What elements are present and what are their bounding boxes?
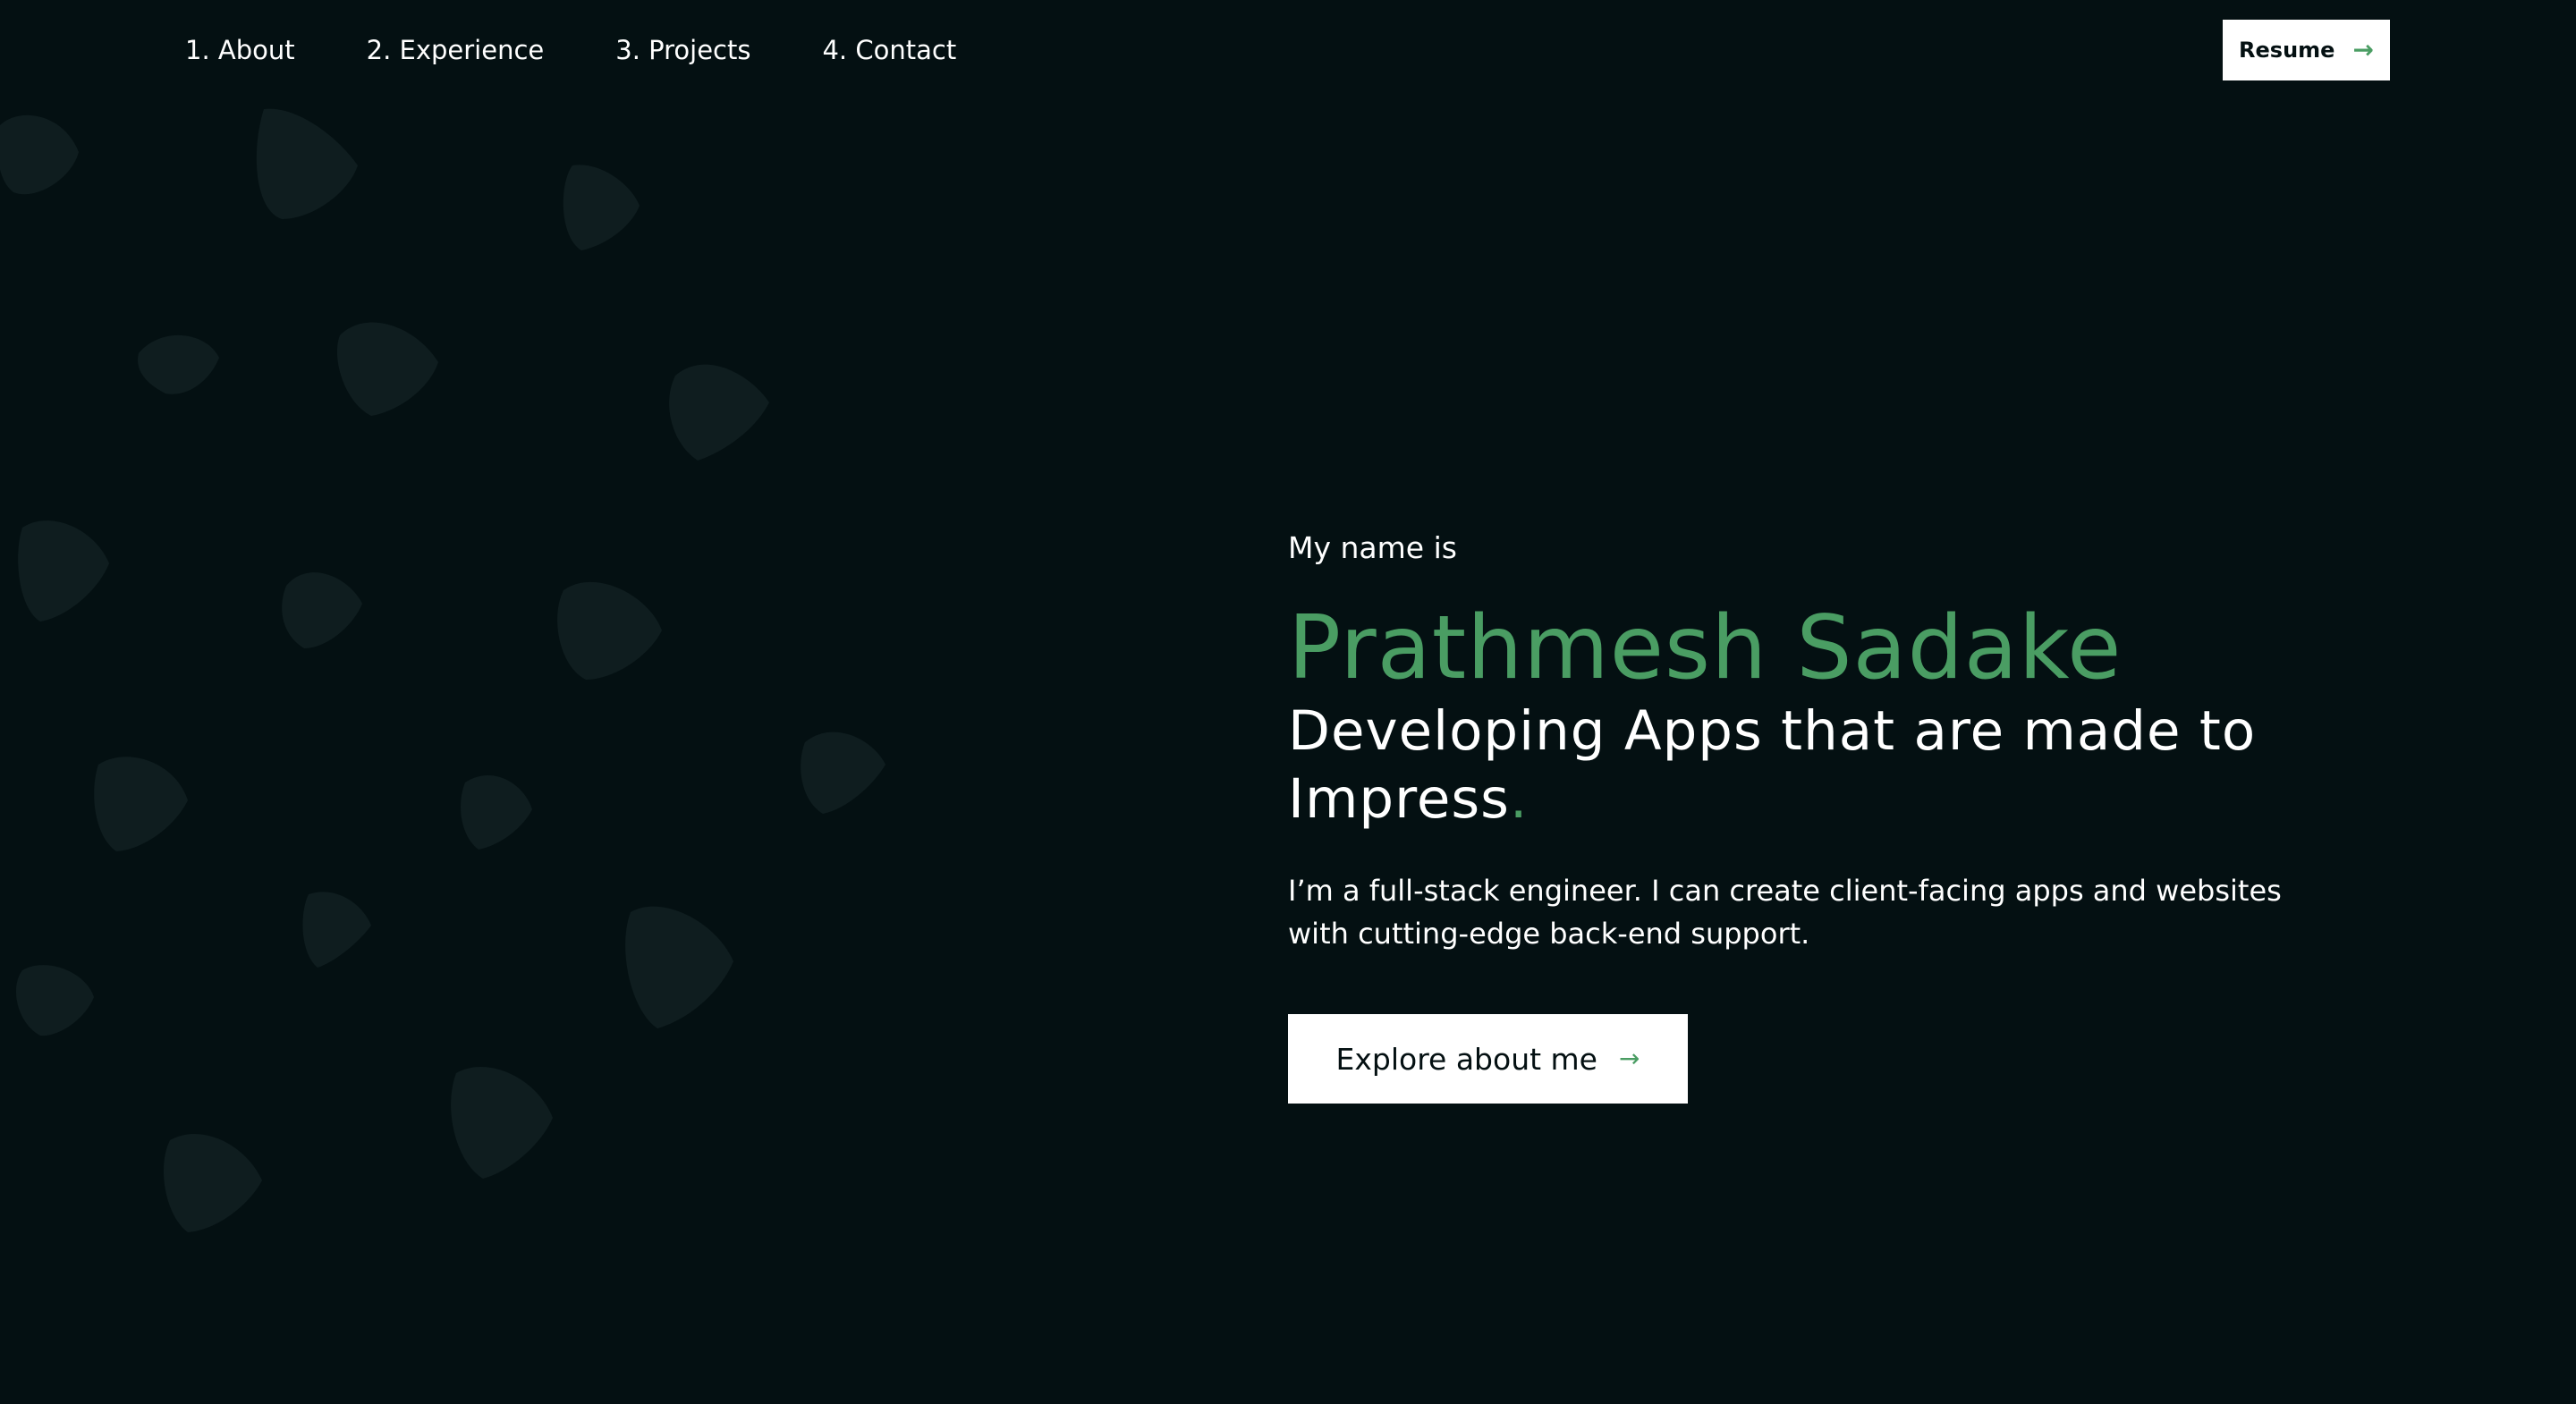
hero-tagline-line1: Developing Apps that are made to — [1288, 699, 2257, 763]
nav-link-about[interactable]: 1. About — [185, 32, 295, 68]
blob — [256, 108, 358, 219]
page: 1. About 2. Experience 3. Projects 4. Co… — [0, 0, 2576, 1404]
blob — [451, 1067, 553, 1179]
decorative-blobs — [0, 108, 886, 1232]
blob — [18, 520, 109, 622]
blob — [669, 364, 769, 461]
blob — [15, 965, 94, 1036]
resume-button-label: Resume — [2239, 38, 2335, 63]
blob — [282, 572, 362, 648]
blob — [563, 165, 640, 250]
hero-tagline-dot: . — [1509, 767, 1529, 831]
nav-link-experience[interactable]: 2. Experience — [367, 32, 545, 68]
blob — [0, 114, 79, 195]
hero-tagline: Developing Apps that are made to Impress… — [1288, 698, 2397, 833]
resume-button[interactable]: Resume → — [2223, 20, 2390, 80]
main-nav: 1. About 2. Experience 3. Projects 4. Co… — [185, 32, 956, 68]
explore-button-label: Explore about me — [1335, 1041, 1597, 1077]
hero-name: Prathmesh Sadake — [1288, 597, 2123, 699]
arrow-right-icon: → — [1619, 1044, 1640, 1073]
blob — [625, 906, 733, 1028]
blob — [461, 774, 532, 850]
hero-tagline-line2: Impress — [1288, 767, 1510, 831]
hero-section: My name is Prathmesh Sadake Developing A… — [1288, 528, 2397, 1104]
explore-about-me-button[interactable]: Explore about me → — [1288, 1014, 1688, 1104]
blob — [557, 581, 662, 680]
arrow-right-icon: → — [2352, 35, 2374, 64]
hero-description: I’m a full-stack engineer. I can create … — [1288, 874, 2282, 951]
blob — [163, 1133, 262, 1232]
blob — [94, 757, 188, 851]
blob — [138, 334, 219, 394]
hero-intro: My name is — [1288, 530, 1457, 565]
blob — [336, 322, 438, 416]
nav-link-projects[interactable]: 3. Projects — [615, 32, 750, 68]
blob — [801, 732, 886, 814]
nav-link-contact[interactable]: 4. Contact — [822, 32, 956, 68]
blob — [302, 892, 371, 968]
